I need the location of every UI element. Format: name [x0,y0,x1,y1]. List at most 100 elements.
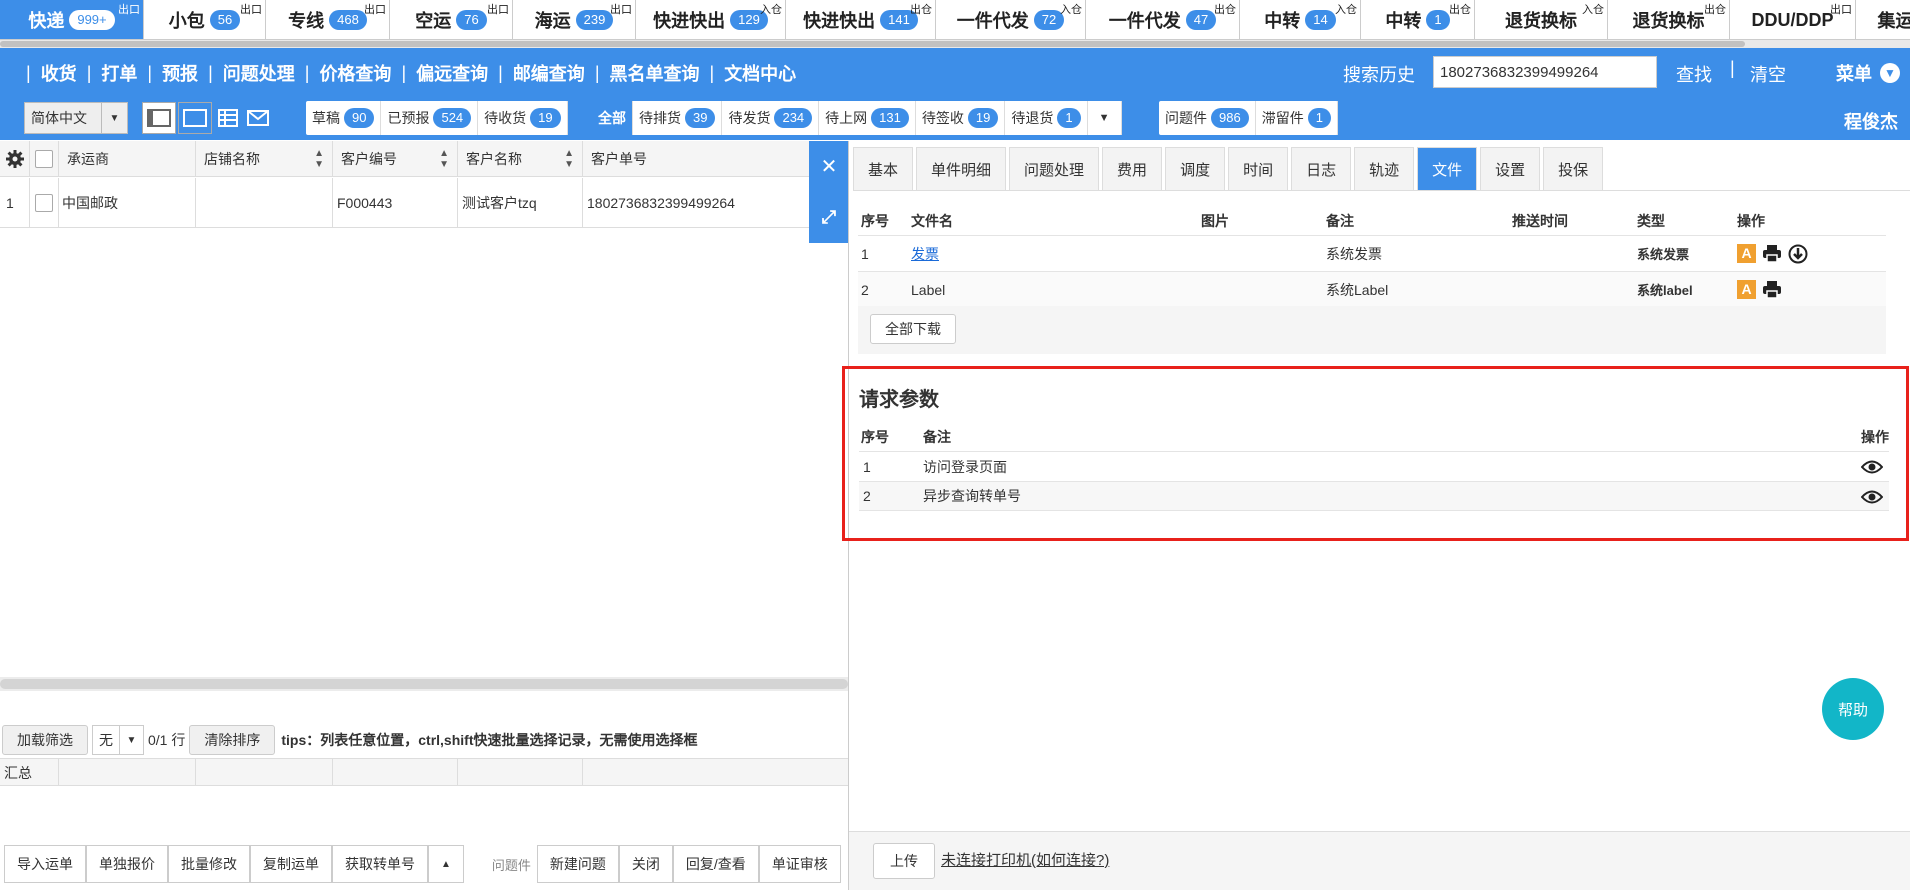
eye-icon[interactable] [1861,459,1883,475]
top-tab[interactable]: 中转 14 入仓 [1240,0,1361,39]
top-tab[interactable]: 小包 56 出口 [144,0,266,39]
status-filter[interactable]: 待排货 39 [633,101,723,135]
waybill-action-button[interactable]: 获取转单号 [332,845,428,883]
find-button[interactable]: 查找 [1676,61,1712,87]
file-row[interactable]: 1 发票 系统发票 系统发票 A [858,235,1886,271]
printer-icon[interactable] [1762,280,1782,299]
chevron-up-icon[interactable]: ▲ [428,845,464,883]
issue-action-button[interactable]: 单证审核 [758,845,841,883]
waybill-action-button[interactable]: 复制运单 [250,845,332,883]
waybill-action-button[interactable]: 导入运单 [4,845,86,883]
detail-tab[interactable]: 日志 [1291,147,1352,191]
col-customer-no[interactable]: 客户编号 ▲ ▼ [333,141,458,177]
printer-connect-link[interactable]: 未连接打印机(如何连接?) [941,843,1109,879]
issue-action-button[interactable]: 关闭 [618,845,673,883]
nav-item[interactable]: | 黑名单查询 [585,60,700,86]
col-carrier[interactable]: 承运商 [59,141,196,177]
issue-action-button[interactable]: 回复/查看 [672,845,759,883]
mail-icon[interactable] [244,102,272,134]
status-filter[interactable]: 待收货 19 [478,101,568,135]
split-view-button[interactable] [142,102,176,134]
search-input[interactable] [1433,56,1657,88]
status-filter-all[interactable]: 全部 [592,101,633,135]
download-icon[interactable] [1788,244,1808,264]
col-shop[interactable]: 店铺名称 ▲ ▼ [196,141,333,177]
full-view-button[interactable] [178,102,212,134]
top-tab[interactable]: 快递 999+ 出口 [0,0,144,39]
status-filter[interactable]: 待退货 1 [1005,101,1088,135]
top-tab[interactable]: 快进快出 141 出仓 [786,0,936,39]
clear-sort-button[interactable]: 清除排序 [189,725,276,755]
row-checkbox[interactable] [35,194,53,212]
status-filter[interactable]: 待签收 19 [916,101,1006,135]
top-tab[interactable]: 退货换标 入仓 [1475,0,1608,39]
col-customer-name[interactable]: 客户名称 ▲ ▼ [458,141,583,177]
status-filter[interactable]: 已预报 524 [381,101,479,135]
detail-tab[interactable]: 轨迹 [1354,147,1415,191]
detail-tab[interactable]: 投保 [1543,147,1604,191]
list-icon[interactable] [214,102,242,134]
status-filter[interactable]: 待发货 234 [722,101,820,135]
waybill-action-button[interactable]: 单独报价 [86,845,168,883]
nav-item[interactable]: | 问题处理 [198,60,295,86]
file-row[interactable]: 2 Label 系统Label 系统label A [858,271,1886,307]
nav-item[interactable]: | 打单 [77,60,138,86]
help-button[interactable]: 帮助 [1822,678,1884,740]
top-tab[interactable]: 空运 76 出口 [390,0,513,39]
top-tab[interactable]: 快进快出 129 入仓 [636,0,786,39]
detail-tab[interactable]: 费用 [1102,147,1163,191]
file-name-link[interactable]: 发票 [908,244,1198,264]
top-tab[interactable]: 一件代发 72 入仓 [936,0,1086,39]
nav-item[interactable]: | 偏远查询 [391,60,488,86]
detail-tab[interactable]: 调度 [1165,147,1226,191]
detail-tab[interactable]: 设置 [1480,147,1541,191]
nav-item[interactable]: | 文档中心 [700,60,797,86]
top-tab[interactable]: 集运 [1856,0,1910,39]
filter-preset-select[interactable]: 无 ▼ [92,725,144,755]
detail-tab[interactable]: 单件明细 [916,147,1007,191]
expand-icon[interactable]: ⤢ [809,192,849,243]
top-tab[interactable]: 专线 468 出口 [266,0,390,39]
request-param-row[interactable]: 2 异步查询转单号 [859,481,1889,511]
issue-action-button[interactable]: 新建问题 [536,845,619,883]
detail-tab[interactable]: 时间 [1228,147,1289,191]
status-filter[interactable]: 草稿 90 [306,101,382,135]
request-param-row[interactable]: 1 访问登录页面 [859,451,1889,481]
status-filter[interactable]: 待上网 131 [819,101,916,135]
menu-button[interactable]: 菜单 ▼ [1836,60,1900,86]
more-status-button[interactable]: ▼ [1088,101,1122,135]
top-tabs-scrollbar[interactable] [0,40,1910,48]
nav-item[interactable]: | 邮编查询 [488,60,585,86]
table-row[interactable]: 1 中国邮政 F000443 测试客户tzq 18027368323994992… [0,178,848,228]
top-tab[interactable]: DDU/DDP 出口 [1730,0,1856,39]
download-all-button[interactable]: 全部下载 [870,314,956,344]
language-select[interactable]: 简体中文 ▼ [24,102,128,134]
close-icon[interactable]: ✕ [809,141,849,192]
top-tab[interactable]: 一件代发 47 出仓 [1086,0,1240,39]
printer-icon[interactable] [1762,244,1782,263]
detail-tab[interactable]: 基本 [853,147,914,191]
nav-item[interactable]: | 收货 [16,60,77,86]
top-tab[interactable]: 中转 1 出仓 [1361,0,1475,39]
search-history-link[interactable]: 搜索历史 [1343,61,1415,87]
select-all-checkbox[interactable] [35,150,53,168]
clear-button[interactable]: 清空 [1750,61,1786,87]
grid-horizontal-scrollbar[interactable] [0,677,848,691]
nav-item[interactable]: | 预报 [137,60,198,86]
top-tab[interactable]: 海运 239 出口 [513,0,636,39]
font-a-icon[interactable]: A [1737,280,1756,299]
top-tab[interactable]: 退货换标 出仓 [1608,0,1730,39]
detail-tab[interactable]: 问题处理 [1009,147,1100,191]
detail-tab[interactable]: 文件 [1417,147,1478,191]
eye-icon[interactable] [1861,489,1883,505]
load-filter-button[interactable]: 加载筛选 [2,725,88,755]
user-name[interactable]: 程俊杰 [1844,108,1898,134]
count-badge: 19 [530,108,561,128]
status-filter[interactable]: 滞留件 1 [1256,101,1338,135]
waybill-action-button[interactable]: 批量修改 [168,845,250,883]
upload-button[interactable]: 上传 [873,843,935,879]
font-a-icon[interactable]: A [1737,244,1756,263]
settings-icon-cell[interactable] [0,141,30,177]
nav-item[interactable]: | 价格查询 [295,60,392,86]
status-filter[interactable]: 问题件 986 [1159,101,1256,135]
